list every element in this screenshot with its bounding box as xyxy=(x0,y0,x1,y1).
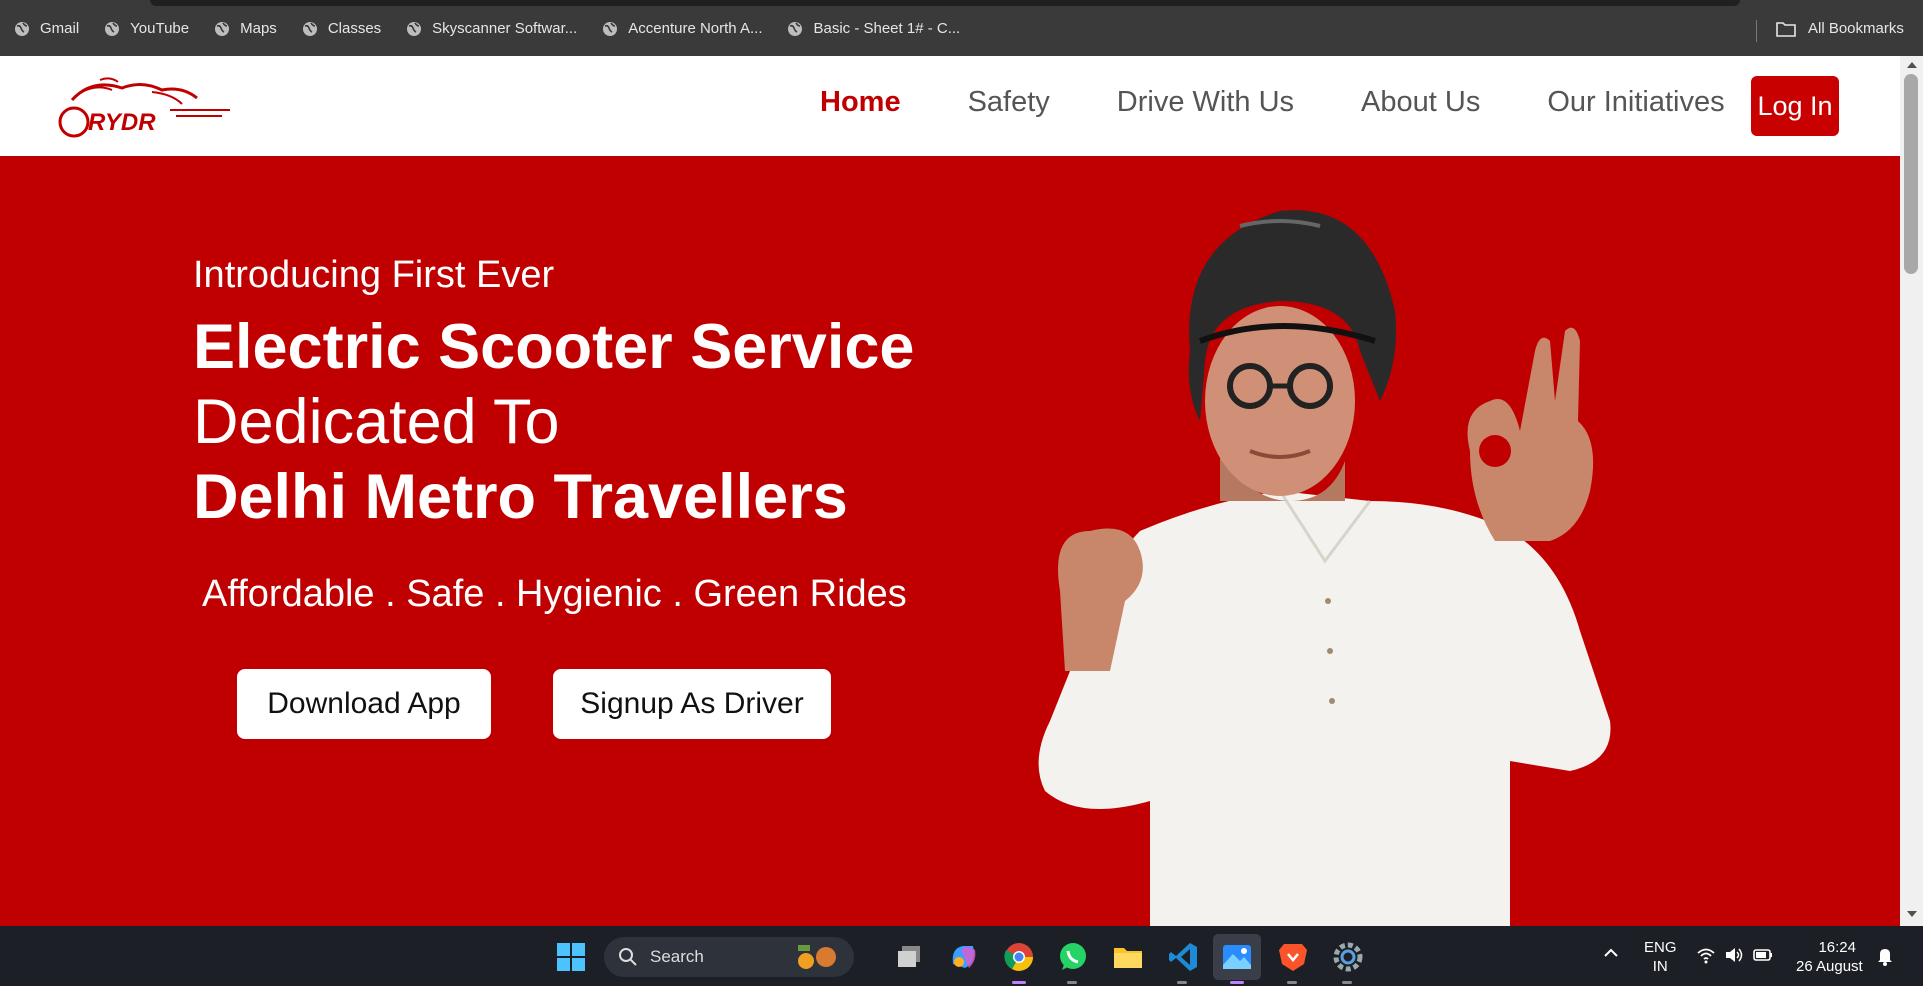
hero-section: Introducing First Ever Electric Scooter … xyxy=(0,156,1900,926)
windows-start-icon[interactable] xyxy=(554,940,588,974)
clock-date: 26 August xyxy=(1796,958,1863,975)
globe-icon xyxy=(215,21,230,36)
copilot-icon[interactable] xyxy=(947,940,981,974)
signup-as-driver-button[interactable]: Signup As Driver xyxy=(553,669,831,739)
bookmark-label: Maps xyxy=(240,20,277,37)
brave-icon[interactable] xyxy=(1276,940,1310,974)
globe-icon xyxy=(788,21,803,36)
logo-text: RYDR xyxy=(88,109,156,136)
page-scrollbar[interactable] xyxy=(1900,56,1923,926)
whatsapp-running-indicator xyxy=(1067,981,1077,984)
bookmark-label: Accenture North A... xyxy=(628,20,763,37)
task-view-icon[interactable] xyxy=(893,940,927,974)
region-code: IN xyxy=(1652,958,1668,975)
nav-our-initiatives[interactable]: Our Initiatives xyxy=(1547,86,1724,119)
hero-line-1: Electric Scooter Service xyxy=(193,312,915,382)
settings-running-indicator xyxy=(1342,981,1352,984)
login-button[interactable]: Log In xyxy=(1751,76,1839,136)
bookmark-accenture[interactable]: Accenture North A... xyxy=(602,20,762,37)
bookmark-classes[interactable]: Classes xyxy=(302,20,381,37)
search-label: Search xyxy=(650,947,704,966)
bookmark-label: Basic - Sheet 1# - C... xyxy=(813,20,961,37)
hero-line-3: Delhi Metro Travellers xyxy=(193,462,848,532)
battery-icon[interactable] xyxy=(1752,946,1774,964)
site-header: RYDR Home Safety Drive With Us About Us … xyxy=(0,56,1900,156)
globe-icon xyxy=(15,21,29,36)
chrome-icon[interactable] xyxy=(1002,940,1036,974)
search-icon xyxy=(619,948,637,966)
settings-icon[interactable] xyxy=(1331,940,1365,974)
hero-tagline: Affordable . Safe . Hygienic . Green Rid… xyxy=(202,573,907,615)
scroll-up-arrow-icon[interactable] xyxy=(1907,62,1917,68)
globe-icon xyxy=(105,21,120,36)
globe-icon xyxy=(302,21,317,36)
all-bookmarks-button[interactable]: All Bookmarks xyxy=(1776,20,1904,37)
bookmark-list: Gmail YouTube Maps Classes Skyscanner So… xyxy=(14,20,985,37)
all-bookmarks-label: All Bookmarks xyxy=(1808,20,1904,37)
bookmark-skyscanner[interactable]: Skyscanner Softwar... xyxy=(406,20,577,37)
language-indicator[interactable]: ENG IN xyxy=(1644,938,1677,976)
scrollbar-thumb[interactable] xyxy=(1904,74,1918,274)
rydr-logo[interactable]: RYDR xyxy=(52,70,232,142)
main-nav: Home Safety Drive With Us About Us Our I… xyxy=(820,86,1792,119)
bookmark-label: Classes xyxy=(327,20,382,37)
bookmarks-bar: Gmail YouTube Maps Classes Skyscanner So… xyxy=(0,0,1923,56)
bookmark-label: Skyscanner Softwar... xyxy=(432,20,578,37)
system-clock[interactable]: 16:24 26 August xyxy=(1796,938,1863,976)
photos-running-indicator xyxy=(1230,981,1244,984)
bookmark-label: Gmail xyxy=(40,20,80,37)
globe-icon xyxy=(407,21,422,36)
tab-strip-edge xyxy=(150,0,1740,6)
scroll-down-arrow-icon[interactable] xyxy=(1907,911,1917,917)
search-highlight-icon xyxy=(798,945,836,969)
language-code: ENG xyxy=(1644,939,1677,956)
file-explorer-icon[interactable] xyxy=(1111,940,1145,974)
photos-icon[interactable] xyxy=(1220,940,1254,974)
bookmark-youtube[interactable]: YouTube xyxy=(104,20,189,37)
notification-bell-icon[interactable] xyxy=(1876,946,1894,966)
hero-intro: Introducing First Ever xyxy=(193,254,555,296)
vscode-icon[interactable] xyxy=(1166,940,1200,974)
bookmark-gmail[interactable]: Gmail xyxy=(14,20,79,37)
rider-photo xyxy=(1038,210,1611,926)
windows-taskbar: Search ENG IN 16:24 26 August xyxy=(0,926,1923,986)
clock-time: 16:24 xyxy=(1818,939,1856,956)
hero-heading: Introducing First Ever Electric Scooter … xyxy=(193,254,914,535)
folder-icon xyxy=(1776,21,1796,37)
bookmark-maps[interactable]: Maps xyxy=(214,20,277,37)
hero-line-2: Dedicated To xyxy=(193,387,560,457)
nav-about-us[interactable]: About Us xyxy=(1361,86,1480,119)
nav-home[interactable]: Home xyxy=(820,86,901,119)
nav-safety[interactable]: Safety xyxy=(968,86,1050,119)
chrome-active-indicator xyxy=(1012,981,1026,984)
bookmark-basic-sheet[interactable]: Basic - Sheet 1# - C... xyxy=(787,20,960,37)
download-app-button[interactable]: Download App xyxy=(237,669,491,739)
wifi-icon[interactable] xyxy=(1696,946,1716,964)
nav-drive-with-us[interactable]: Drive With Us xyxy=(1117,86,1294,119)
taskbar-search[interactable]: Search xyxy=(604,937,854,977)
volume-icon[interactable] xyxy=(1724,946,1744,964)
chevron-up-icon[interactable] xyxy=(1602,944,1620,962)
globe-icon xyxy=(603,21,618,36)
brave-running-indicator xyxy=(1287,981,1297,984)
bookmark-separator xyxy=(1756,20,1757,42)
whatsapp-icon[interactable] xyxy=(1056,940,1090,974)
bookmark-label: YouTube xyxy=(130,20,190,37)
vscode-running-indicator xyxy=(1177,981,1187,984)
